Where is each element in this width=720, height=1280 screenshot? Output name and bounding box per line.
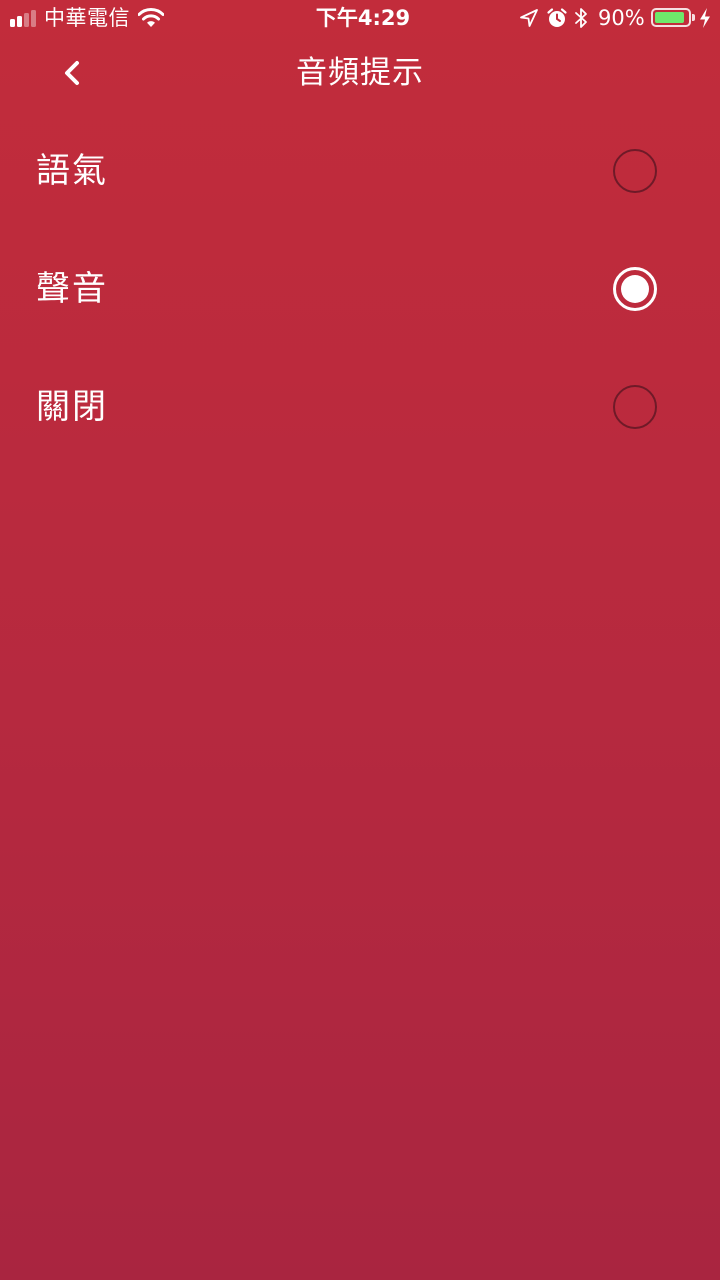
page-title: 音頻提示 bbox=[296, 55, 424, 91]
chevron-left-icon bbox=[65, 61, 79, 85]
battery-level-fill bbox=[655, 12, 684, 23]
radio-button[interactable] bbox=[613, 385, 657, 429]
radio-button[interactable] bbox=[613, 267, 657, 311]
battery-tip bbox=[692, 14, 695, 21]
option-label: 語氣 bbox=[36, 151, 108, 191]
option-list: 語氣 聲音 關閉 bbox=[0, 112, 720, 466]
option-label: 聲音 bbox=[36, 269, 108, 309]
option-row-off[interactable]: 關閉 bbox=[0, 348, 720, 466]
alarm-icon bbox=[547, 8, 567, 27]
status-bar: 中華電信 下午4:29 90% bbox=[0, 0, 720, 38]
option-row-tone[interactable]: 語氣 bbox=[0, 112, 720, 230]
battery-percent: 90% bbox=[598, 6, 645, 30]
location-icon bbox=[520, 9, 538, 27]
radio-selected-dot bbox=[621, 275, 649, 303]
option-row-sound[interactable]: 聲音 bbox=[0, 230, 720, 348]
charging-icon bbox=[700, 8, 710, 28]
option-label: 關閉 bbox=[36, 387, 108, 427]
back-button[interactable] bbox=[50, 50, 96, 96]
nav-bar: 音頻提示 bbox=[0, 38, 720, 108]
battery-icon bbox=[651, 8, 691, 27]
radio-button[interactable] bbox=[613, 149, 657, 193]
bluetooth-icon bbox=[575, 8, 587, 28]
